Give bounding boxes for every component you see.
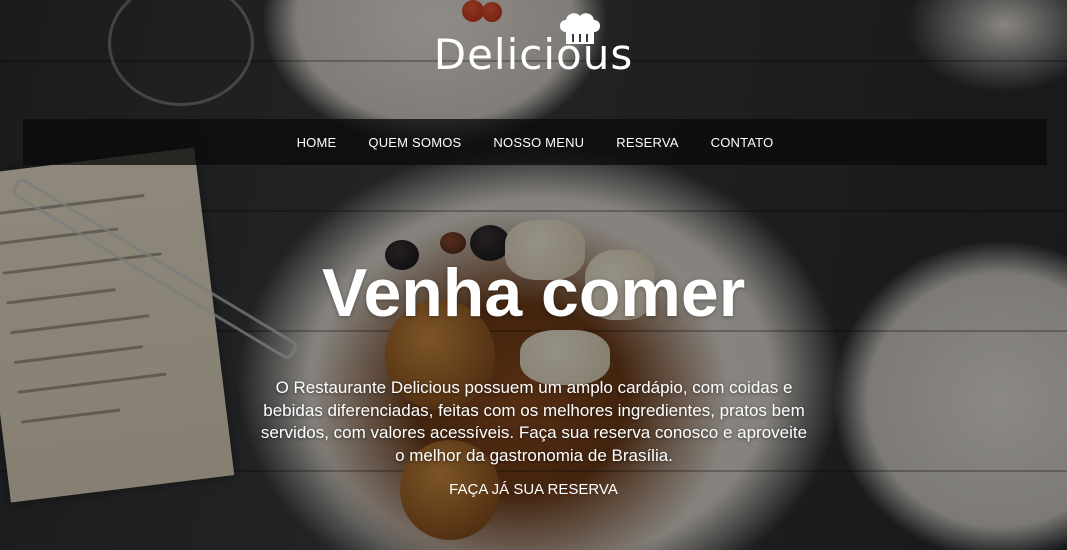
reservation-cta: FAÇA JÁ SUA RESERVA	[0, 480, 1067, 500]
hero-section: Delicious HOME QUEM SOMOS NOSSO MENU RES…	[0, 0, 1067, 550]
hero-headline: Venha comer	[321, 255, 746, 331]
nav-nosso-menu[interactable]: NOSSO MENU	[493, 135, 584, 150]
nav-quem-somos[interactable]: QUEM SOMOS	[368, 135, 461, 150]
reservation-cta-link[interactable]: FAÇA JÁ SUA RESERVA	[449, 481, 618, 498]
nav-home[interactable]: HOME	[297, 135, 337, 150]
main-navbar: HOME QUEM SOMOS NOSSO MENU RESERVA CONTA…	[23, 119, 1047, 165]
nav-reserva[interactable]: RESERVA	[616, 135, 678, 150]
nav-contato[interactable]: CONTATO	[711, 135, 774, 150]
site-logo[interactable]: Delicious	[0, 8, 1067, 88]
hero-description: O Restaurante Delicious possuem um amplo…	[260, 378, 808, 465]
chef-hat-icon	[560, 13, 600, 45]
